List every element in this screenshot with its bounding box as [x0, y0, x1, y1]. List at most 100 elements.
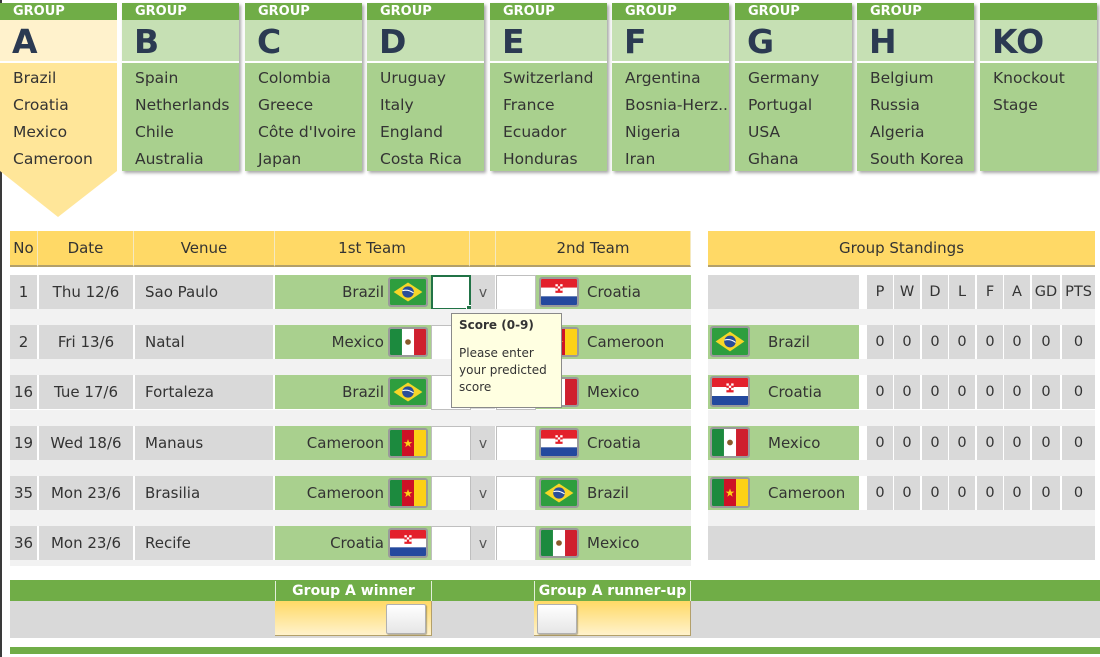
row-spacer	[708, 309, 1095, 325]
group-tab-header: GROUP	[612, 3, 729, 20]
group-winner-label: Group A winner	[275, 581, 432, 601]
group-tab-teams: Argentina Bosnia-Herz.. Nigeria Iran	[612, 63, 729, 171]
match-number: 36	[10, 526, 37, 560]
team1-name: Cameroon	[306, 434, 384, 452]
match-date: Thu 12/6	[39, 275, 133, 309]
group-tab-letter: D	[367, 20, 484, 63]
standings-value-w: 0	[894, 476, 920, 510]
standings-value-gd: 0	[1032, 426, 1060, 460]
team1-name: Croatia	[330, 534, 384, 552]
group-tab-h[interactable]: GROUP H Belgium Russia Algeria South Korea	[857, 3, 974, 171]
team2-score-input[interactable]	[496, 476, 536, 511]
team1-score-input[interactable]	[431, 275, 473, 312]
vs-label: v	[471, 526, 495, 560]
standings-value-a: 0	[1004, 375, 1030, 409]
group-tab-g[interactable]: GROUP G Germany Portugal USA Ghana	[735, 3, 852, 171]
group-tab-team	[980, 119, 1097, 146]
standings-value-f: 0	[977, 476, 1003, 510]
tooltip-title: Score (0-9)	[459, 318, 534, 332]
standings-col-l: L	[949, 275, 975, 309]
vs-label: v	[471, 426, 495, 460]
standings-col-a: A	[1004, 275, 1030, 309]
group-tab-team: Ghana	[748, 150, 799, 168]
team1-score-input[interactable]	[431, 426, 471, 461]
group-tab-header	[980, 3, 1097, 20]
group-tab-e[interactable]: GROUP E Switzerland France Ecuador Honduras	[490, 3, 607, 171]
group-tab-ko[interactable]: KO Knockout Stage	[980, 3, 1097, 171]
row-spacer	[10, 359, 691, 375]
group-tab-team: Knockout	[993, 69, 1065, 87]
standings-value-f: 0	[977, 325, 1003, 359]
row-spacer	[708, 359, 1095, 375]
group-runner-up-dropdown-button[interactable]	[537, 604, 577, 634]
group-tab-teams: Spain Netherlands Chile Australia	[122, 63, 239, 171]
team2-score-input[interactable]	[496, 426, 536, 461]
group-tab-d[interactable]: GROUP D Uruguay Italy England Costa Rica	[367, 3, 484, 171]
group-tab-header: GROUP	[0, 3, 117, 20]
team1-cell: Brazil	[275, 375, 431, 409]
row-spacer	[10, 510, 691, 526]
match-venue: Fortaleza	[135, 375, 273, 409]
group-tab-team: Italy	[380, 96, 414, 114]
standings-value-d: 0	[922, 375, 948, 409]
standings-value-w: 0	[894, 375, 920, 409]
group-tab-b[interactable]: GROUP B Spain Netherlands Chile Australia	[122, 3, 239, 171]
group-tab-f[interactable]: GROUP F Argentina Bosnia-Herz.. Nigeria Iran	[612, 3, 729, 171]
cameroon-flag-icon	[388, 478, 428, 508]
team1-score-input[interactable]	[431, 476, 471, 511]
group-tab-team: Stage	[993, 96, 1038, 114]
group-runner-up-label: Group A runner-up	[534, 581, 691, 601]
team1-cell: Mexico	[275, 325, 431, 359]
match-number: 19	[10, 426, 37, 460]
croatia-flag-icon	[388, 528, 428, 558]
fixture-row: 16Tue 17/6FortalezaBrazilvMexico	[10, 375, 691, 410]
standings-value-w: 0	[894, 426, 920, 460]
team1-name: Brazil	[342, 383, 384, 401]
group-tab-team: USA	[748, 123, 781, 141]
standings-team-name: Croatia	[768, 383, 822, 401]
group-tab-team	[980, 146, 1097, 173]
standings-col-pts: PTS	[1062, 275, 1095, 309]
group-tab-team: Colombia	[258, 69, 331, 87]
brazil-flag-icon	[388, 377, 428, 407]
fixture-row: 35 Mon 23/6 Brasilia Cameroon v Brazil	[10, 476, 691, 511]
standings-value-l: 0	[949, 325, 975, 359]
group-tab-team: Côte d'Ivoire	[258, 123, 357, 141]
group-tab-c[interactable]: GROUP C Colombia Greece Côte d'Ivoire Japan	[245, 3, 362, 171]
group-tab-teams: Uruguay Italy England Costa Rica	[367, 63, 484, 171]
team2-score-input[interactable]	[496, 526, 536, 561]
team1-name: Cameroon	[306, 484, 384, 502]
vs-label: v	[471, 275, 495, 309]
standings-value-p: 0	[867, 375, 893, 409]
row-spacer	[708, 410, 1095, 426]
team2-name: Cameroon	[587, 333, 665, 351]
group-tab-letter: G	[735, 20, 852, 63]
cameroon-flag-icon	[710, 477, 750, 508]
brazil-flag-icon	[539, 478, 579, 508]
team2-cell: Croatia	[536, 275, 691, 309]
croatia-flag-icon	[539, 428, 579, 458]
group-tab-team: Honduras	[503, 150, 578, 168]
group-tab-a[interactable]: GROUP A Brazil Croatia Mexico Cameroon	[0, 3, 117, 217]
team2-score-input[interactable]	[496, 275, 536, 310]
standings-team-name: Cameroon	[768, 484, 846, 502]
match-date: Mon 23/6	[39, 526, 133, 560]
group-tab-team: Chile	[135, 123, 174, 141]
team1-score-input[interactable]	[431, 526, 471, 561]
group-tab-letter: F	[612, 20, 729, 63]
standings-value-gd: 0	[1032, 325, 1060, 359]
team1-cell: Cameroon	[275, 426, 431, 460]
match-number: 16	[10, 375, 37, 409]
standings-value-l: 0	[949, 476, 975, 510]
match-venue: Natal	[135, 325, 273, 359]
header-no: No	[10, 231, 38, 267]
row-spacer	[10, 309, 691, 325]
team2-name: Croatia	[587, 434, 641, 452]
fixture-row: 1 Thu 12/6 Sao Paulo Brazil v Croatia	[10, 275, 691, 312]
group-tab-team: South Korea	[870, 150, 964, 168]
group-runner-up-select[interactable]	[534, 601, 691, 636]
match-venue: Manaus	[135, 426, 273, 460]
group-winner-dropdown-button[interactable]	[386, 604, 426, 634]
group-winner-select[interactable]	[275, 601, 432, 636]
group-tab-team: Australia	[135, 150, 204, 168]
